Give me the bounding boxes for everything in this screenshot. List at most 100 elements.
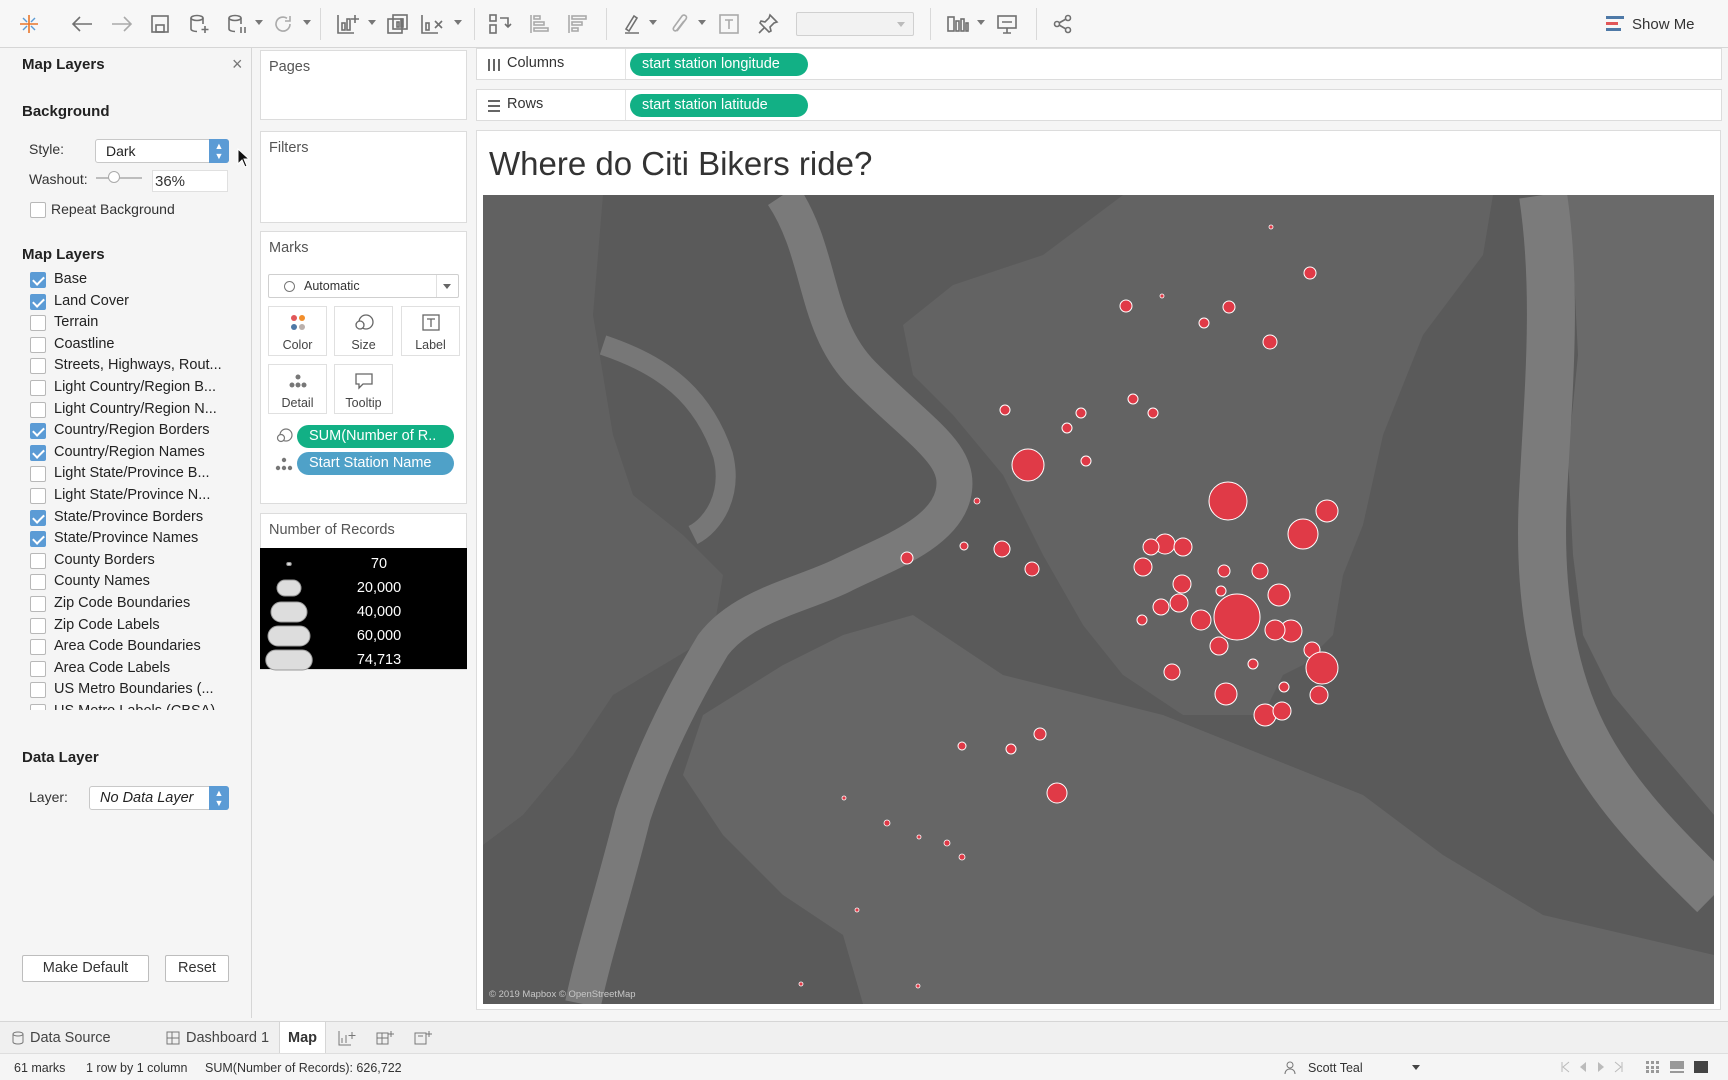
refresh-caret-icon[interactable] — [303, 20, 311, 25]
make-default-button[interactable]: Make Default — [22, 955, 149, 982]
station-mark[interactable] — [1024, 561, 1040, 577]
station-mark[interactable] — [1262, 334, 1278, 350]
layer-item[interactable]: Country/Region Names — [0, 443, 251, 464]
layer-checkbox[interactable] — [30, 401, 46, 418]
station-mark[interactable] — [1075, 407, 1087, 419]
station-mark[interactable] — [854, 907, 860, 913]
size-pill[interactable]: SUM(Number of R.. — [297, 425, 454, 448]
station-mark[interactable] — [1253, 703, 1277, 727]
station-mark[interactable] — [993, 540, 1011, 558]
prev-sheet-icon[interactable] — [1578, 1061, 1588, 1073]
new-story-tab-icon[interactable] — [414, 1022, 432, 1054]
station-mark[interactable] — [959, 541, 969, 551]
station-mark[interactable] — [1046, 782, 1068, 804]
station-mark[interactable] — [1215, 585, 1227, 597]
station-mark[interactable] — [1209, 636, 1229, 656]
station-mark[interactable] — [1173, 537, 1193, 557]
presentation-mode-icon[interactable] — [996, 12, 1018, 36]
legend-entry[interactable]: 70 — [260, 553, 467, 575]
close-icon[interactable]: × — [232, 54, 243, 75]
station-mark[interactable] — [1005, 743, 1017, 755]
station-mark[interactable] — [1287, 518, 1319, 550]
layer-checkbox[interactable] — [30, 704, 46, 710]
next-sheet-icon[interactable] — [1596, 1061, 1606, 1073]
station-mark[interactable] — [1264, 619, 1286, 641]
station-mark[interactable] — [1268, 224, 1274, 230]
label-button[interactable]: Label — [401, 306, 460, 356]
highlight-icon[interactable] — [622, 12, 642, 36]
washout-input[interactable]: 36% — [152, 170, 228, 192]
station-mark[interactable] — [883, 819, 891, 827]
station-mark[interactable] — [1127, 393, 1139, 405]
station-mark[interactable] — [900, 551, 914, 565]
layer-item[interactable]: Base — [0, 270, 251, 291]
station-mark[interactable] — [1278, 681, 1290, 693]
station-mark[interactable] — [1147, 407, 1159, 419]
slider-knob[interactable] — [108, 171, 121, 183]
first-sheet-icon[interactable] — [1560, 1061, 1570, 1073]
show-me-button[interactable]: Show Me — [1606, 13, 1695, 35]
layer-item[interactable]: Streets, Highways, Rout... — [0, 356, 251, 377]
repeat-background-checkbox[interactable] — [30, 202, 46, 218]
layer-checkbox[interactable] — [30, 552, 46, 569]
layer-checkbox[interactable] — [30, 423, 46, 440]
pause-updates-icon[interactable] — [226, 12, 248, 36]
station-mark[interactable] — [1011, 448, 1045, 482]
station-mark[interactable] — [916, 834, 922, 840]
user-caret-icon[interactable] — [1412, 1065, 1420, 1070]
columns-shelf[interactable]: Columns start station longitude — [476, 48, 1722, 80]
layer-checkbox[interactable] — [30, 466, 46, 483]
layer-item[interactable]: State/Province Names — [0, 529, 251, 550]
layer-item[interactable]: Light Country/Region N... — [0, 400, 251, 421]
station-mark[interactable] — [1267, 583, 1291, 607]
share-icon[interactable] — [1052, 12, 1074, 36]
fit-dropdown[interactable] — [796, 12, 914, 36]
layer-item[interactable]: Area Code Boundaries — [0, 637, 251, 658]
station-mark[interactable] — [957, 741, 967, 751]
map-canvas[interactable]: © 2019 Mapbox © OpenStreetMap — [483, 195, 1714, 1004]
layer-checkbox[interactable] — [30, 660, 46, 677]
color-button[interactable]: Color — [268, 306, 327, 356]
layer-item[interactable]: Country/Region Borders — [0, 421, 251, 442]
tab-view-icon[interactable] — [1694, 1061, 1708, 1073]
size-legend[interactable]: 70 20,000 40,000 60,000 74,713 — [260, 548, 467, 671]
layer-item[interactable]: Zip Code Labels — [0, 616, 251, 637]
station-mark[interactable] — [943, 839, 951, 847]
station-mark[interactable] — [1152, 598, 1170, 616]
filters-shelf[interactable]: Filters — [260, 131, 467, 223]
station-mark[interactable] — [1272, 701, 1292, 721]
station-mark[interactable] — [1190, 609, 1212, 631]
station-mark[interactable] — [1251, 562, 1269, 580]
layer-checkbox[interactable] — [30, 639, 46, 656]
layer-checkbox[interactable] — [30, 531, 46, 548]
show-cards-caret-icon[interactable] — [977, 20, 985, 25]
clear-sheet-icon[interactable] — [420, 12, 444, 36]
layer-item[interactable]: Light State/Province N... — [0, 486, 251, 507]
mark-type-dropdown[interactable]: Automatic — [268, 274, 459, 298]
station-mark[interactable] — [973, 497, 981, 505]
layer-checkbox[interactable] — [30, 617, 46, 634]
station-mark[interactable] — [1080, 455, 1092, 467]
station-mark[interactable] — [1309, 685, 1329, 705]
layer-item[interactable]: County Names — [0, 572, 251, 593]
save-icon[interactable] — [150, 12, 170, 36]
station-mark[interactable] — [1033, 727, 1047, 741]
station-mark[interactable] — [999, 404, 1011, 416]
filmstrip-view-icon[interactable] — [1670, 1061, 1684, 1073]
legend-entry[interactable]: 60,000 — [260, 625, 467, 647]
group-members-icon[interactable] — [670, 12, 690, 36]
station-mark[interactable] — [958, 853, 966, 861]
station-mark[interactable] — [1136, 614, 1148, 626]
layer-checkbox[interactable] — [30, 444, 46, 461]
duplicate-sheet-icon[interactable] — [386, 12, 410, 36]
station-mark[interactable] — [1119, 299, 1133, 313]
new-worksheet-icon[interactable] — [336, 12, 360, 36]
layer-item[interactable]: Coastline — [0, 335, 251, 356]
undo-icon[interactable] — [70, 12, 94, 36]
show-mark-labels-icon[interactable] — [718, 12, 740, 36]
rows-pill[interactable]: start station latitude — [630, 94, 808, 117]
station-mark[interactable] — [1198, 317, 1210, 329]
layer-item[interactable]: Light State/Province B... — [0, 464, 251, 485]
new-worksheet-caret-icon[interactable] — [368, 20, 376, 25]
station-mark[interactable] — [1305, 651, 1339, 685]
